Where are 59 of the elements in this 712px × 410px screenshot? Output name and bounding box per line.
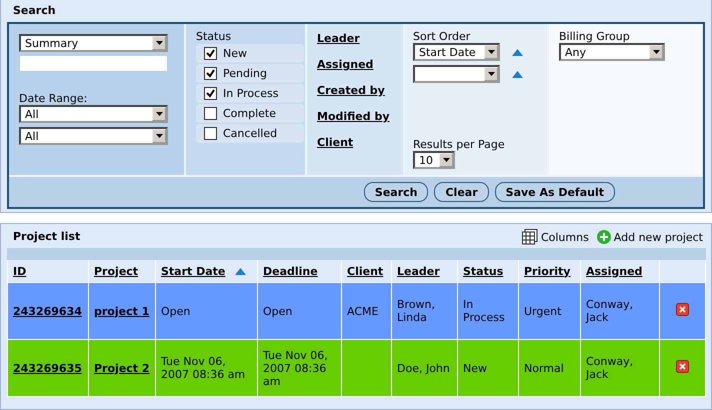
checkbox[interactable] xyxy=(204,87,217,100)
table-columns-icon xyxy=(522,229,538,245)
table-cell: In Process xyxy=(458,282,518,340)
search-panel-button[interactable]: Search xyxy=(364,182,428,202)
search-panel-button[interactable]: Clear xyxy=(434,182,489,202)
filter-link[interactable]: Client xyxy=(317,136,393,149)
table-cell xyxy=(342,340,392,396)
table-cell: Brown, Linda xyxy=(392,282,458,340)
table-cell: New xyxy=(458,340,518,396)
field-label: Sort Order xyxy=(413,30,472,43)
view-select[interactable]: Summary xyxy=(19,34,168,52)
table-cell[interactable]: project 1 xyxy=(88,282,156,340)
results-per-page-select[interactable]: 10 xyxy=(413,151,455,169)
field-label: Results per Page xyxy=(413,138,506,151)
add-project-button[interactable]: Add new project xyxy=(594,229,705,245)
table-cell[interactable]: 243269634 xyxy=(8,282,88,340)
checkbox-label[interactable]: New xyxy=(223,47,247,60)
field-label: Billing Group xyxy=(559,30,631,43)
add-icon xyxy=(596,230,611,244)
table-cell: Normal xyxy=(518,340,580,396)
table-cell: Open xyxy=(156,282,258,340)
sort-ascending-icon[interactable] xyxy=(512,48,523,56)
table-cell[interactable]: 243269635 xyxy=(8,340,88,396)
panel-title: Project list xyxy=(12,229,82,245)
search-input-field[interactable] xyxy=(19,55,168,72)
search-panel-button[interactable]: Save As Default xyxy=(494,182,615,202)
checkbox[interactable] xyxy=(204,47,217,60)
checkbox[interactable] xyxy=(204,107,217,120)
table-cell: Doe, John xyxy=(392,340,458,396)
date-range-to-select[interactable]: All xyxy=(19,127,168,145)
delete-icon[interactable] xyxy=(676,360,689,373)
filter-link[interactable]: Assigned xyxy=(317,58,393,71)
sort-ascending-icon xyxy=(235,268,246,274)
table-cell: Conway, Jack xyxy=(580,282,660,340)
delete-icon[interactable] xyxy=(676,303,689,316)
sort-select[interactable]: Start Date xyxy=(413,43,500,61)
filter-link[interactable]: Created by xyxy=(317,84,393,97)
checkbox[interactable] xyxy=(204,67,217,80)
sort-ascending-icon[interactable] xyxy=(512,70,523,78)
columns-button[interactable]: Columns xyxy=(520,229,591,245)
field-label: Date Range: xyxy=(19,92,88,105)
field-label: Status xyxy=(196,30,232,43)
table-cell: Tue Nov 06, 2007 08:36 am xyxy=(258,340,342,396)
table-cell: Tue Nov 06, 2007 08:36 am xyxy=(156,340,258,396)
date-range-from-select[interactable]: All xyxy=(19,105,168,123)
table-cell: Urgent xyxy=(518,282,580,340)
checkmark-icon xyxy=(206,49,215,58)
sort-select[interactable] xyxy=(413,65,500,83)
filter-link[interactable]: Leader xyxy=(317,32,393,45)
panel-title: Search xyxy=(12,3,57,19)
table-cell: Open xyxy=(258,282,342,340)
checkbox[interactable] xyxy=(204,127,217,140)
checkmark-icon xyxy=(206,69,215,78)
table-cell[interactable]: Project 2 xyxy=(88,340,156,396)
billing-group-select[interactable]: Any xyxy=(559,43,665,61)
checkmark-icon xyxy=(206,89,215,98)
table-cell: ACME xyxy=(342,282,392,340)
table-cell: Conway, Jack xyxy=(580,340,660,396)
filter-link[interactable]: Modified by xyxy=(317,110,393,123)
